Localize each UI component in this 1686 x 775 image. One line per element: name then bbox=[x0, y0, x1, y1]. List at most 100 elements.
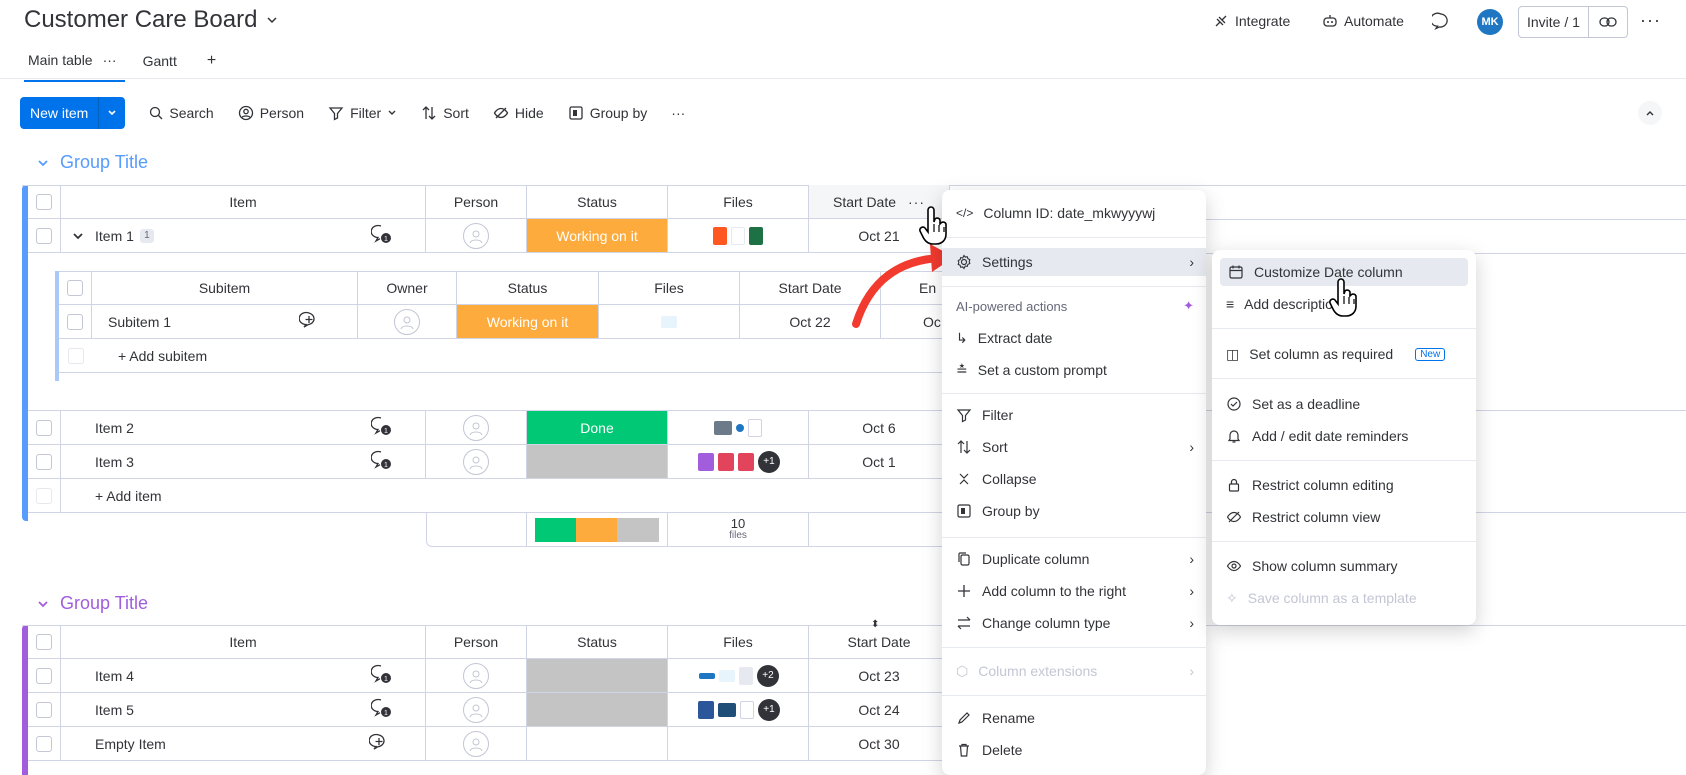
group-header[interactable]: Group Title bbox=[36, 152, 148, 173]
checkbox[interactable] bbox=[36, 667, 52, 684]
more-options-icon[interactable]: ··· bbox=[1640, 10, 1661, 31]
more-files-badge[interactable]: +1 bbox=[758, 450, 780, 473]
person-filter-button[interactable]: Person bbox=[238, 105, 304, 121]
add-update-icon[interactable] bbox=[368, 732, 389, 755]
status-summary-cell[interactable] bbox=[527, 513, 668, 547]
table-row[interactable]: Item 4 1 bbox=[61, 659, 426, 693]
owner-cell[interactable] bbox=[358, 305, 457, 339]
group-title[interactable]: Group Title bbox=[60, 152, 148, 173]
checkbox[interactable] bbox=[36, 453, 52, 470]
files-cell[interactable] bbox=[599, 305, 740, 339]
person-cell[interactable] bbox=[426, 445, 527, 479]
column-header-files[interactable]: Files bbox=[668, 185, 809, 219]
file-thumbnail[interactable] bbox=[718, 452, 734, 471]
person-cell[interactable] bbox=[426, 727, 527, 761]
add-subitem-row[interactable]: + Add subitem bbox=[92, 339, 952, 373]
column-header-start-date[interactable]: Start Date bbox=[809, 625, 950, 659]
file-thumbnail[interactable] bbox=[740, 700, 754, 719]
custom-prompt-item[interactable]: ≛ Set a custom prompt bbox=[942, 356, 1206, 384]
new-item-button[interactable]: New item bbox=[20, 97, 126, 129]
status-cell[interactable]: Done bbox=[527, 411, 668, 445]
file-thumbnail[interactable] bbox=[719, 669, 735, 682]
row-checkbox-cell[interactable] bbox=[28, 219, 61, 253]
row-checkbox-cell[interactable] bbox=[28, 445, 61, 479]
excel-file-icon[interactable] bbox=[749, 226, 763, 245]
updates-icon[interactable]: 1 bbox=[370, 224, 393, 247]
chevron-down-icon[interactable] bbox=[99, 108, 125, 118]
extract-date-item[interactable]: ↳ Extract date bbox=[942, 324, 1206, 352]
checkbox[interactable] bbox=[67, 313, 83, 330]
file-thumbnail[interactable] bbox=[714, 420, 732, 435]
subitem-column-header[interactable]: Owner bbox=[358, 271, 457, 305]
table-row[interactable]: Item 3 1 bbox=[61, 445, 426, 479]
add-item-button[interactable]: + Add item bbox=[95, 488, 162, 504]
date-cell[interactable]: Oct 1 bbox=[809, 445, 950, 479]
checkbox[interactable] bbox=[36, 193, 52, 210]
word-file-icon[interactable] bbox=[698, 700, 714, 719]
updates-icon[interactable]: 1 bbox=[370, 664, 393, 687]
set-deadline-item[interactable]: Set as a deadline bbox=[1212, 390, 1476, 418]
more-files-badge[interactable]: +2 bbox=[757, 664, 779, 687]
sort-button[interactable]: Sort bbox=[421, 105, 469, 121]
updates-icon[interactable]: 1 bbox=[370, 698, 393, 721]
date-cell[interactable]: Oct 6 bbox=[809, 411, 950, 445]
column-header-item[interactable]: Item bbox=[61, 185, 426, 219]
select-all-checkbox-cell[interactable] bbox=[28, 625, 61, 659]
date-cell[interactable]: Oct 23 bbox=[809, 659, 950, 693]
updates-icon[interactable]: 1 bbox=[370, 450, 393, 473]
status-cell[interactable] bbox=[527, 659, 668, 693]
file-thumbnail[interactable] bbox=[739, 666, 753, 685]
checkbox[interactable] bbox=[67, 279, 83, 296]
set-required-item[interactable]: ◫ Set column as required New bbox=[1212, 340, 1476, 368]
column-header-person[interactable]: Person bbox=[426, 625, 527, 659]
chevron-down-icon[interactable] bbox=[36, 597, 50, 611]
date-reminders-item[interactable]: Add / edit date reminders bbox=[1212, 422, 1476, 450]
subitem-row[interactable]: Subitem 1 bbox=[92, 305, 358, 339]
item-name[interactable]: Item 5 bbox=[95, 702, 134, 718]
files-summary-cell[interactable]: 10 files bbox=[668, 513, 809, 547]
item-name[interactable]: Item 4 bbox=[95, 668, 134, 684]
date-cell[interactable]: Oct 30 bbox=[809, 727, 950, 761]
add-column-right-item[interactable]: Add column to the right › bbox=[942, 577, 1206, 605]
hide-button[interactable]: Hide bbox=[493, 105, 544, 121]
collapse-item[interactable]: Collapse bbox=[942, 465, 1206, 493]
rename-item[interactable]: Rename bbox=[942, 704, 1206, 732]
group-by-button[interactable]: Group by bbox=[568, 105, 647, 121]
updates-icon[interactable]: 1 bbox=[370, 416, 393, 439]
checkbox[interactable] bbox=[36, 735, 52, 752]
file-thumbnail[interactable] bbox=[736, 423, 744, 432]
checkbox[interactable] bbox=[36, 227, 52, 244]
file-thumbnail[interactable] bbox=[698, 452, 714, 471]
automate-button[interactable]: Automate bbox=[1322, 8, 1404, 34]
files-cell[interactable] bbox=[668, 219, 809, 253]
subitem-column-header[interactable]: Status bbox=[457, 271, 599, 305]
table-row[interactable]: Item 1 1 1 bbox=[61, 219, 426, 253]
files-cell[interactable]: +1 bbox=[668, 445, 809, 479]
add-view-button[interactable]: + bbox=[185, 48, 224, 82]
filter-item[interactable]: Filter bbox=[942, 401, 1206, 429]
tab-more-icon[interactable]: ··· bbox=[103, 52, 117, 68]
invite-button[interactable]: Invite / 1 bbox=[1518, 6, 1628, 38]
chevron-down-icon[interactable] bbox=[387, 108, 397, 118]
subitem-select-all-cell[interactable] bbox=[59, 271, 92, 305]
column-header-item[interactable]: Item bbox=[61, 625, 426, 659]
row-checkbox-cell[interactable] bbox=[28, 411, 61, 445]
status-cell[interactable] bbox=[527, 445, 668, 479]
table-row[interactable]: Empty Item bbox=[61, 727, 426, 761]
toolbar-more-button[interactable]: ··· bbox=[671, 105, 685, 121]
sort-item[interactable]: Sort › bbox=[942, 433, 1206, 461]
group-by-item[interactable]: Group by bbox=[942, 497, 1206, 525]
table-row[interactable]: Item 2 1 bbox=[61, 411, 426, 445]
checkbox[interactable] bbox=[36, 701, 52, 718]
group-title[interactable]: Group Title bbox=[60, 593, 148, 614]
change-column-type-item[interactable]: Change column type › bbox=[942, 609, 1206, 637]
item-name[interactable]: Item 3 bbox=[95, 454, 134, 470]
restrict-editing-item[interactable]: Restrict column editing bbox=[1212, 471, 1476, 499]
show-summary-item[interactable]: Show column summary bbox=[1212, 552, 1476, 580]
select-all-checkbox-cell[interactable] bbox=[28, 185, 61, 219]
subitem-column-header[interactable]: Files bbox=[599, 271, 740, 305]
table-row[interactable]: Item 5 1 bbox=[61, 693, 426, 727]
restrict-view-item[interactable]: Restrict column view bbox=[1212, 503, 1476, 531]
files-cell[interactable] bbox=[668, 727, 809, 761]
status-cell[interactable] bbox=[527, 693, 668, 727]
